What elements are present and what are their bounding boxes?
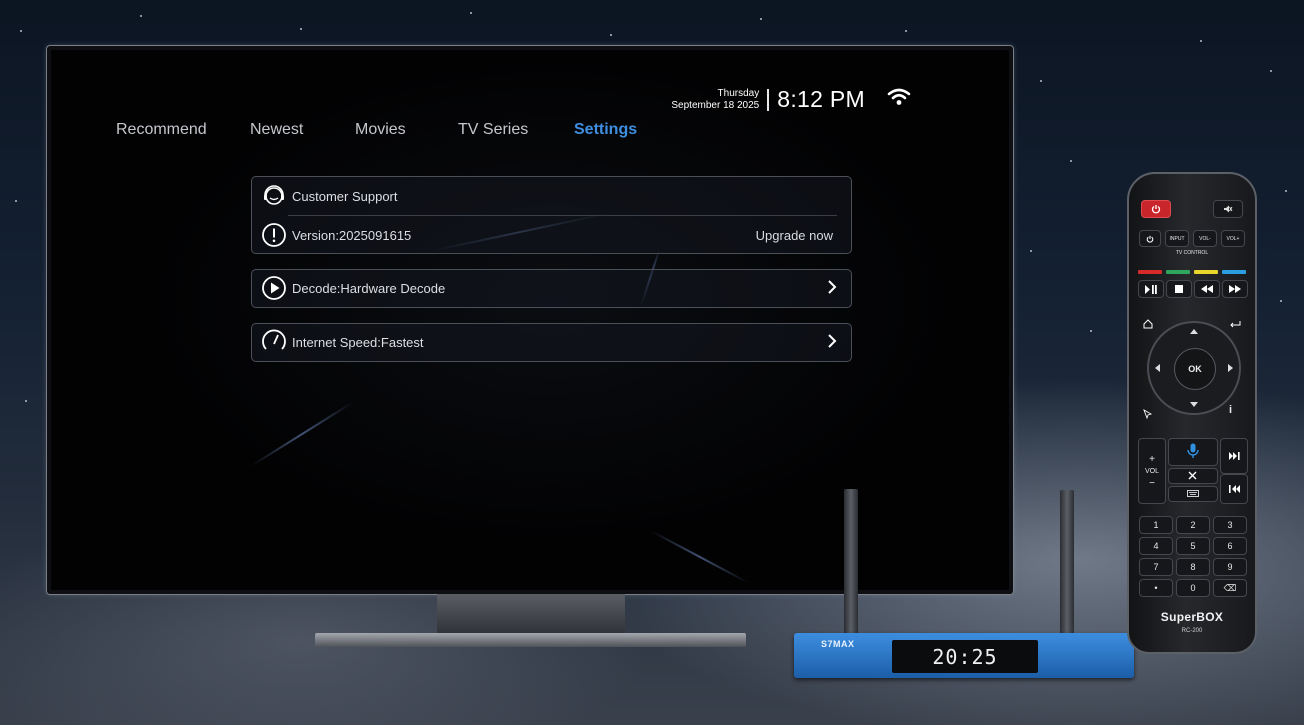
green-button[interactable]: [1166, 270, 1190, 274]
remote-brand: SuperBOX: [1160, 610, 1224, 624]
input-button[interactable]: INPUT: [1165, 230, 1189, 247]
status-bar: Thursday September 18 2025 8:12 PM: [671, 86, 911, 113]
key-delete[interactable]: ⌫: [1213, 579, 1247, 597]
chevron-right-icon: [827, 279, 837, 298]
rewind-button[interactable]: [1194, 280, 1220, 298]
key-9[interactable]: 9: [1213, 558, 1247, 576]
info-alert-icon: [261, 222, 287, 248]
date-label: September 18 2025: [671, 99, 760, 111]
speedometer-icon: [261, 329, 287, 355]
customer-support-row[interactable]: Customer Support: [252, 177, 851, 215]
ok-button[interactable]: OK: [1174, 348, 1216, 390]
tab-newest[interactable]: Newest: [250, 121, 303, 139]
play-icon: [261, 275, 287, 301]
power-button[interactable]: [1141, 200, 1171, 218]
customer-support-label: Customer Support: [292, 188, 398, 204]
box-led-display: 20:25: [892, 640, 1038, 673]
keyboard-icon: [1187, 489, 1199, 499]
info-button[interactable]: i: [1229, 404, 1232, 416]
key-7[interactable]: 7: [1139, 558, 1173, 576]
play-pause-button[interactable]: [1138, 280, 1164, 298]
light-streak: [250, 401, 354, 467]
headset-icon: [261, 183, 287, 209]
tools-button[interactable]: [1168, 468, 1218, 484]
fast-forward-button[interactable]: [1222, 280, 1248, 298]
vol-plus-label: +: [1149, 453, 1155, 465]
internet-speed-label: Internet Speed:Fastest: [292, 335, 424, 350]
keyboard-button[interactable]: [1168, 486, 1218, 502]
antenna-left: [844, 489, 858, 635]
cursor-mode-icon[interactable]: [1143, 406, 1153, 424]
tv-power-button[interactable]: [1139, 230, 1161, 247]
tab-settings[interactable]: Settings: [574, 121, 637, 139]
key-1[interactable]: 1: [1139, 516, 1173, 534]
chevron-right-icon: [827, 333, 837, 352]
decode-card: Decode:Hardware Decode: [251, 269, 852, 308]
tv-stand-neck: [437, 594, 625, 636]
antenna-right: [1060, 490, 1074, 635]
key-8[interactable]: 8: [1176, 558, 1210, 576]
tab-recommend[interactable]: Recommend: [116, 121, 207, 139]
box-model-label: S7MAX: [821, 639, 855, 649]
divider: [767, 88, 770, 111]
key-3[interactable]: 3: [1213, 516, 1247, 534]
internet-speed-row[interactable]: Internet Speed:Fastest: [252, 324, 851, 361]
light-streak: [650, 530, 749, 584]
blue-button[interactable]: [1222, 270, 1246, 274]
stop-button[interactable]: [1166, 280, 1192, 298]
key-6[interactable]: 6: [1213, 537, 1247, 555]
yellow-button[interactable]: [1194, 270, 1218, 274]
key-5[interactable]: 5: [1176, 537, 1210, 555]
remote-model: RC-200: [1181, 628, 1203, 634]
voice-button[interactable]: [1168, 438, 1218, 466]
tab-movies[interactable]: Movies: [355, 121, 406, 139]
version-row: Version:2025091615 Upgrade now: [252, 216, 851, 254]
tab-tv-series[interactable]: TV Series: [458, 121, 528, 139]
previous-track-button[interactable]: [1220, 474, 1248, 504]
directional-pad[interactable]: OK: [1147, 321, 1241, 415]
time-label: 8:12 PM: [777, 86, 865, 112]
tools-icon: [1188, 471, 1198, 482]
vol-minus-label: −: [1149, 477, 1155, 489]
upgrade-now-button[interactable]: Upgrade now: [756, 228, 833, 243]
decode-label: Decode:Hardware Decode: [292, 281, 446, 296]
next-track-button[interactable]: [1220, 438, 1248, 474]
internet-speed-card: Internet Speed:Fastest: [251, 323, 852, 362]
day-label: Thursday: [717, 87, 760, 99]
microphone-icon: [1187, 443, 1199, 461]
vol-plus-button[interactable]: VOL+: [1221, 230, 1245, 247]
tv-control-label: TV CONTROL: [1175, 250, 1209, 256]
key-dot[interactable]: •: [1139, 579, 1173, 597]
remote-control: INPUT VOL- VOL+ TV CONTROL OK i + VOL − …: [1127, 172, 1257, 654]
tv-stand-base: [315, 633, 746, 647]
wifi-icon: [887, 87, 911, 112]
key-0[interactable]: 0: [1176, 579, 1210, 597]
vol-minus-button[interactable]: VOL-: [1193, 230, 1217, 247]
version-label: Version:2025091615: [292, 227, 412, 243]
support-version-card: Customer Support Version:2025091615 Upgr…: [251, 176, 852, 254]
date-block: Thursday September 18 2025: [671, 88, 759, 112]
key-4[interactable]: 4: [1139, 537, 1173, 555]
tv-frame: Thursday September 18 2025 8:12 PM Recom…: [47, 46, 1013, 594]
decode-row[interactable]: Decode:Hardware Decode: [252, 270, 851, 307]
mute-button[interactable]: [1213, 200, 1243, 218]
tv-box: S7MAX 20:25: [794, 633, 1134, 678]
tv-screen: Thursday September 18 2025 8:12 PM Recom…: [51, 50, 1009, 590]
key-2[interactable]: 2: [1176, 516, 1210, 534]
vol-label: VOL: [1144, 467, 1159, 475]
volume-rocker[interactable]: + VOL −: [1138, 438, 1166, 504]
red-button[interactable]: [1138, 270, 1162, 274]
